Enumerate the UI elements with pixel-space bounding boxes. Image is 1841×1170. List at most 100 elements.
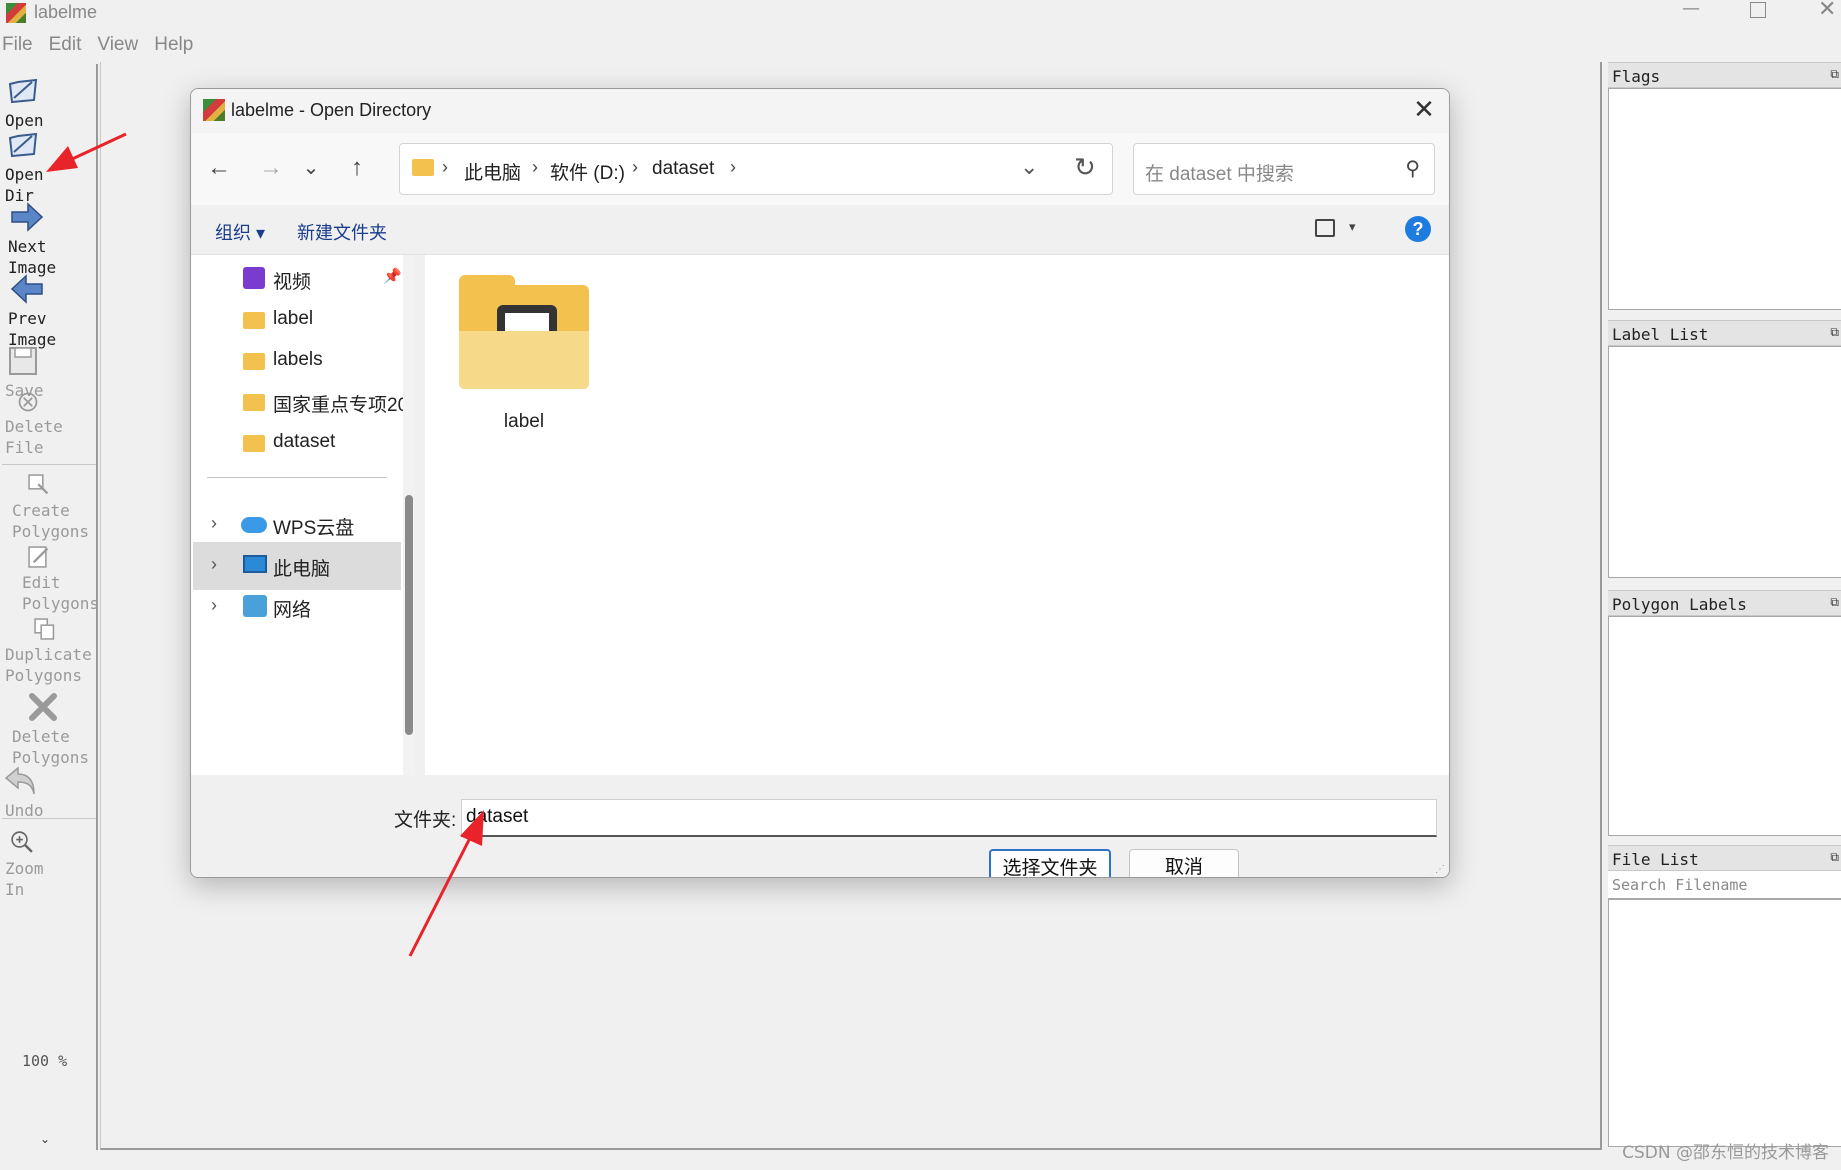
folder-icon	[412, 159, 434, 176]
resize-grip-icon[interactable]: ⋰	[1435, 864, 1445, 875]
organize-button[interactable]: 组织 ▾	[215, 219, 265, 245]
nav-item-label: dataset	[273, 431, 336, 452]
arrow-left-icon	[10, 274, 43, 304]
file-list-title: File List	[1612, 850, 1699, 869]
zoom-in-label: Zoom In	[5, 859, 44, 899]
nav-item-label: label	[273, 308, 314, 329]
zoom-in-icon	[11, 831, 33, 853]
labelme-logo-icon	[203, 99, 225, 121]
large-folder-icon[interactable]	[459, 275, 589, 389]
breadcrumb-drive-d[interactable]: 软件 (D:)	[550, 158, 625, 185]
scrollbar-thumb[interactable]	[405, 495, 413, 735]
menu-view[interactable]: View	[95, 30, 146, 60]
nav-item-network[interactable]: › 网络	[193, 583, 401, 631]
menu-file[interactable]: File	[0, 30, 41, 60]
search-placeholder: 在 dataset 中搜索	[1145, 164, 1294, 185]
folder-icon	[243, 435, 265, 452]
nav-item-dataset-folder[interactable]: dataset	[193, 419, 401, 467]
new-folder-button[interactable]: 新建文件夹	[297, 219, 387, 245]
expand-chevron-icon[interactable]: ›	[211, 513, 217, 534]
open-dir-button[interactable]: Open Dir	[0, 128, 98, 206]
prev-image-button[interactable]: Prev Image	[0, 272, 98, 350]
view-dropdown-icon[interactable]: ▾	[1349, 219, 1356, 235]
breadcrumb-this-pc[interactable]: 此电脑	[464, 158, 521, 185]
delete-file-button[interactable]: Delete File	[0, 390, 98, 458]
breadcrumb-separator: ›	[730, 157, 736, 177]
cloud-icon	[241, 517, 267, 533]
close-window-button[interactable]: ✕	[1818, 0, 1836, 22]
dock-float-icon[interactable]: ⧉	[1830, 325, 1839, 340]
arrow-right-icon	[11, 202, 44, 232]
cross-icon	[29, 693, 57, 721]
create-polygon-icon	[28, 474, 49, 495]
delete-circle-icon	[18, 392, 38, 412]
polygon-labels-dock: Polygon Labels ⧉	[1608, 590, 1841, 836]
dock-float-icon[interactable]: ⧉	[1830, 850, 1839, 865]
menu-edit[interactable]: Edit	[47, 30, 90, 60]
expand-chevron-icon[interactable]: ›	[211, 595, 217, 616]
nav-divider	[207, 477, 387, 478]
address-bar[interactable]: › 此电脑 › 软件 (D:) › dataset › ⌄ ↻	[399, 143, 1113, 195]
dock-float-icon[interactable]: ⧉	[1830, 595, 1839, 610]
search-input[interactable]: 在 dataset 中搜索 ⚲	[1133, 143, 1435, 195]
navigation-pane: 视频 📌 label labels 国家重点专项20 dataset › WPS…	[191, 255, 408, 775]
flags-list[interactable]	[1608, 88, 1841, 310]
dock-float-icon[interactable]: ⧉	[1830, 67, 1839, 82]
duplicate-polygons-button[interactable]: Duplicate Polygons	[0, 616, 98, 686]
create-polygons-button[interactable]: Create Polygons	[0, 472, 98, 542]
delete-polygons-label: Delete Polygons	[12, 727, 90, 767]
polygon-labels-list[interactable]	[1608, 616, 1841, 836]
folder-field-label: 文件夹:	[394, 810, 457, 831]
label-list-dock: Label List ⧉	[1608, 320, 1841, 578]
pin-icon[interactable]: 📌	[383, 267, 402, 285]
file-search-input[interactable]: Search Filename	[1608, 871, 1841, 899]
dialog-title: labelme - Open Directory	[231, 100, 432, 120]
zoom-in-button[interactable]: Zoom In	[0, 828, 98, 900]
open-folder-icon	[8, 78, 38, 104]
folder-item-label[interactable]: label	[459, 411, 589, 433]
menu-help[interactable]: Help	[152, 30, 201, 60]
expand-chevron-icon[interactable]: ›	[211, 554, 217, 575]
address-dropdown-icon[interactable]: ⌄	[1020, 154, 1038, 180]
folder-name-input[interactable]: dataset	[461, 799, 1437, 837]
file-list-dock: File List ⧉ Search Filename	[1608, 845, 1841, 1147]
tools-toolbar: Open Open Dir Next Image Prev Image Save…	[0, 64, 99, 1150]
delete-polygons-button[interactable]: Delete Polygons	[0, 690, 98, 768]
dialog-close-button[interactable]: ✕	[1409, 95, 1439, 125]
open-button[interactable]: Open	[0, 74, 98, 131]
up-button[interactable]: ↑	[341, 153, 373, 185]
toolbar-separator	[2, 818, 96, 819]
label-list[interactable]	[1608, 346, 1841, 578]
label-list-dock-header: Label List ⧉	[1608, 320, 1841, 346]
search-icon[interactable]: ⚲	[1405, 156, 1420, 181]
recent-locations-button[interactable]: ⌄	[295, 153, 327, 185]
nav-item-label: labels	[273, 349, 323, 370]
nav-pane-scrollbar[interactable]	[403, 255, 415, 775]
computer-icon	[243, 555, 267, 573]
select-folder-button[interactable]: 选择文件夹	[989, 849, 1111, 877]
zoom-value[interactable]: 100 %	[22, 1052, 67, 1070]
help-icon[interactable]: ?	[1405, 216, 1431, 242]
back-button[interactable]: ←	[203, 153, 235, 185]
cancel-button[interactable]: 取消	[1129, 849, 1239, 877]
folder-content-pane[interactable]: label	[425, 255, 1449, 775]
forward-button[interactable]: →	[255, 153, 287, 185]
folder-icon	[243, 394, 265, 411]
file-list[interactable]	[1608, 899, 1841, 1147]
edit-polygons-button[interactable]: Edit Polygons	[0, 544, 99, 614]
breadcrumb-dataset[interactable]: dataset	[652, 158, 714, 180]
undo-button[interactable]: Undo	[0, 764, 98, 821]
minimize-button[interactable]: —	[1680, 0, 1702, 22]
view-mode-icon[interactable]	[1315, 219, 1335, 237]
maximize-button[interactable]	[1750, 2, 1766, 18]
refresh-icon[interactable]: ↻	[1074, 152, 1096, 183]
window-title: labelme	[34, 2, 98, 22]
nav-item-label: 国家重点专项20	[273, 395, 409, 416]
menu-bar: File Edit View Help	[0, 30, 207, 60]
breadcrumb-separator: ›	[532, 157, 538, 177]
open-directory-dialog: labelme - Open Directory ✕ ← → ⌄ ↑ › 此电脑…	[190, 88, 1450, 878]
toolbar-more-icon[interactable]: ⌄	[40, 1132, 50, 1146]
undo-icon	[4, 766, 35, 795]
next-image-button[interactable]: Next Image	[0, 200, 98, 278]
copy-icon	[34, 618, 55, 640]
